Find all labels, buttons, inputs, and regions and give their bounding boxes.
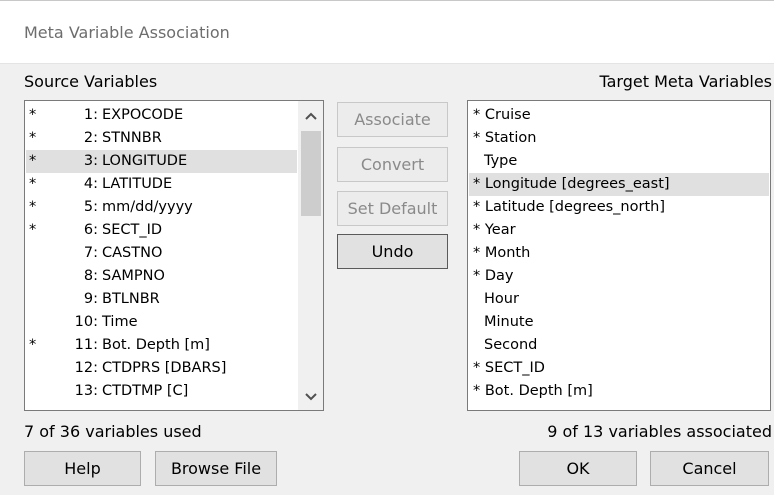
target-list-item[interactable]: * Cruise xyxy=(469,104,769,127)
cancel-button[interactable]: Cancel xyxy=(650,451,769,486)
source-item-name: SAMPNO xyxy=(102,268,165,284)
target-list-item[interactable]: * SECT_ID xyxy=(469,357,769,380)
source-item-number: 7: xyxy=(83,245,98,261)
source-item-name: mm/dd/yyyy xyxy=(102,199,193,215)
source-item-name: CTDTMP [C] xyxy=(102,383,189,399)
target-meta-variables-label: Target Meta Variables xyxy=(599,72,772,91)
source-item-name: STNNBR xyxy=(102,130,162,146)
target-list-item[interactable]: Second xyxy=(469,334,769,357)
source-list-item[interactable]: * 2: STNNBR xyxy=(26,127,297,150)
target-list-item[interactable]: * Longitude [degrees_east] xyxy=(469,173,769,196)
source-item-number: 2: xyxy=(83,130,98,146)
source-item-name: BTLNBR xyxy=(102,291,160,307)
ok-button[interactable]: OK xyxy=(519,451,637,486)
source-list-item[interactable]: 12: CTDPRS [DBARS] xyxy=(26,357,297,380)
source-item-number: 12: xyxy=(74,360,98,376)
source-item-number: 4: xyxy=(83,176,98,192)
browse-file-button[interactable]: Browse File xyxy=(155,451,277,486)
association-marker: * xyxy=(29,107,37,123)
undo-button[interactable]: Undo xyxy=(337,234,448,269)
help-button[interactable]: Help xyxy=(24,451,141,486)
source-item-number: 3: xyxy=(83,153,98,169)
associate-button[interactable]: Associate xyxy=(337,102,448,137)
source-variables-list[interactable]: * 1: EXPOCODE * 2: STNNBR * 3: LONGITUDE * 4: LATIT… xyxy=(24,100,324,411)
target-list-item[interactable]: Type xyxy=(469,150,769,173)
target-list-item[interactable]: Minute xyxy=(469,311,769,334)
association-marker: * xyxy=(29,130,37,146)
source-item-name: LATITUDE xyxy=(102,176,173,192)
target-list-item[interactable]: * Station xyxy=(469,127,769,150)
convert-button[interactable]: Convert xyxy=(337,147,448,182)
source-item-name: CASTNO xyxy=(102,245,163,261)
source-item-number: 8: xyxy=(83,268,98,284)
source-item-name: CTDPRS [DBARS] xyxy=(102,360,227,376)
source-item-number: 13: xyxy=(74,383,98,399)
source-item-name: LONGITUDE xyxy=(102,153,188,169)
target-list-item[interactable]: Hour xyxy=(469,288,769,311)
scroll-up-arrow-icon[interactable] xyxy=(298,104,323,128)
scrollbar-thumb[interactable] xyxy=(301,131,321,216)
source-list-item[interactable]: * 4: LATITUDE xyxy=(26,173,297,196)
association-marker: * xyxy=(29,176,37,192)
set-default-button[interactable]: Set Default xyxy=(337,191,448,226)
target-list-item[interactable]: * Latitude [degrees_north] xyxy=(469,196,769,219)
title-bar: Meta Variable Association xyxy=(0,0,774,64)
source-list-item[interactable]: * 5: mm/dd/yyyy xyxy=(26,196,297,219)
target-list-item[interactable]: * Year xyxy=(469,219,769,242)
target-list-item[interactable]: * Month xyxy=(469,242,769,265)
target-list-item[interactable]: * Bot. Depth [m] xyxy=(469,380,769,403)
source-list-item[interactable]: 8: SAMPNO xyxy=(26,265,297,288)
source-variables-label: Source Variables xyxy=(24,72,158,91)
association-marker: * xyxy=(29,153,37,169)
source-item-number: 5: xyxy=(83,199,98,215)
source-list-item[interactable]: 13: CTDTMP [C] xyxy=(26,380,297,403)
source-item-name: Time xyxy=(102,314,138,330)
source-list-scrollbar[interactable] xyxy=(298,101,323,410)
source-item-number: 9: xyxy=(83,291,98,307)
source-item-number: 10: xyxy=(74,314,98,330)
source-item-number: 11: xyxy=(74,337,98,353)
source-item-name: SECT_ID xyxy=(102,222,163,238)
source-item-name: EXPOCODE xyxy=(102,107,184,123)
source-status-text: 7 of 36 variables used xyxy=(24,422,202,441)
source-list-item[interactable]: * 1: EXPOCODE xyxy=(26,104,297,127)
target-meta-variables-list[interactable]: * Cruise * Station Type * Longitude [degree… xyxy=(467,100,771,411)
scroll-down-arrow-icon[interactable] xyxy=(298,385,323,409)
association-marker: * xyxy=(29,199,37,215)
target-list-item[interactable]: * Day xyxy=(469,265,769,288)
target-status-text: 9 of 13 variables associated xyxy=(547,422,772,441)
source-list-item[interactable]: * 3: LONGITUDE xyxy=(26,150,297,173)
source-list-item[interactable]: * 11: Bot. Depth [m] xyxy=(26,334,297,357)
source-list-item[interactable]: 9: BTLNBR xyxy=(26,288,297,311)
source-list-item[interactable]: * 6: SECT_ID xyxy=(26,219,297,242)
source-list-item[interactable]: 10: Time xyxy=(26,311,297,334)
association-marker: * xyxy=(29,337,37,353)
association-marker: * xyxy=(29,222,37,238)
source-list-item[interactable]: 7: CASTNO xyxy=(26,242,297,265)
source-item-number: 1: xyxy=(83,107,98,123)
source-item-number: 6: xyxy=(83,222,98,238)
window-title: Meta Variable Association xyxy=(24,23,230,42)
source-item-name: Bot. Depth [m] xyxy=(102,337,210,353)
